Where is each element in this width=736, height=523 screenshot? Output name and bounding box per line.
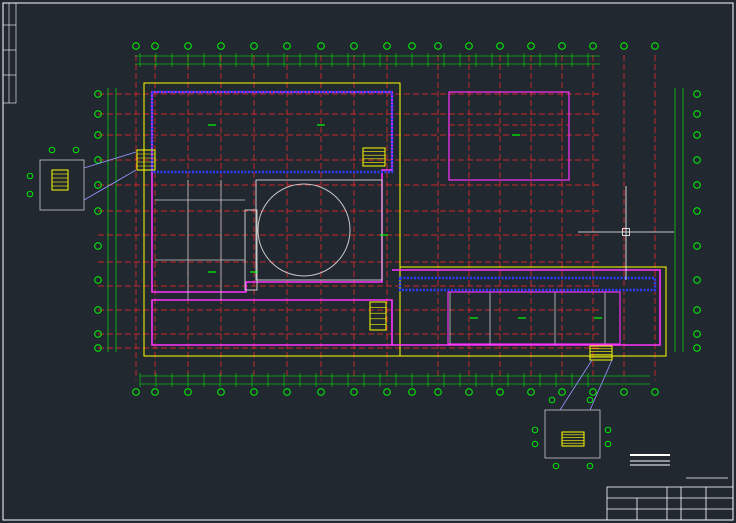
grid-bubble-right (693, 242, 701, 250)
grid-bubble-detail (604, 426, 612, 434)
grid-bubble-bottom (527, 388, 535, 396)
stair (362, 147, 386, 167)
walls (143, 82, 667, 357)
stair (369, 301, 387, 331)
grid-bubble-detail (48, 146, 56, 154)
grid-bubble-top (434, 42, 442, 50)
grid-bubble-right (693, 306, 701, 314)
grid-bubble-bottom (651, 388, 659, 396)
grid-bubble-right (693, 181, 701, 189)
grid-bubble-top (589, 42, 597, 50)
leader-line (589, 359, 613, 411)
stair (51, 169, 69, 191)
grid-bubble-top (184, 42, 192, 50)
crosshair-icon (578, 186, 674, 280)
title-block (606, 486, 734, 521)
courtyard-circle (257, 183, 351, 277)
grid-bubble-left (94, 242, 102, 250)
building-outline (399, 266, 667, 357)
grid-bubble-detail (531, 426, 539, 434)
grid-bubble-right (693, 344, 701, 352)
grid-bubble-detail (552, 462, 560, 470)
grid-bubble-bottom (496, 388, 504, 396)
detail-box (544, 409, 601, 459)
grid-bubble-bottom (558, 388, 566, 396)
drawing-frame (2, 2, 734, 521)
binding-strip (2, 2, 17, 104)
grid-bubble-top (465, 42, 473, 50)
grid-bubble-bottom (620, 388, 628, 396)
grid-bubble-top (558, 42, 566, 50)
grid-bubble-detail (72, 146, 80, 154)
grid-bubble-detail (604, 440, 612, 448)
grid-bubble-top (250, 42, 258, 50)
grid-bubbles (26, 42, 701, 470)
grid-bubble-right (693, 207, 701, 215)
grid-bubble-detail (548, 396, 556, 404)
grid-bubble-right (693, 330, 701, 338)
corridor-wall (244, 209, 258, 291)
grid-bubble-top (496, 42, 504, 50)
grid-bubble-right (693, 156, 701, 164)
leader-line (559, 359, 593, 411)
grid-bubble-detail (26, 172, 34, 180)
grid-bubble-right (693, 131, 701, 139)
grid-bubble-top (132, 42, 140, 50)
grid-bubble-top (408, 42, 416, 50)
grid-bubble-top (651, 42, 659, 50)
grid-bubble-detail (26, 190, 34, 198)
grid-bubble-top (283, 42, 291, 50)
grid-bubble-detail (586, 396, 594, 404)
grid-bubble-bottom (151, 388, 159, 396)
grid-bubble-detail (586, 462, 594, 470)
grid-bubble-left (94, 276, 102, 284)
outer-wall (448, 91, 570, 181)
grid-bubble-detail (531, 440, 539, 448)
grid-bubble-top (620, 42, 628, 50)
grid-bubble-top (350, 42, 358, 50)
axis-lines (98, 55, 656, 380)
grid-bubble-right (693, 90, 701, 98)
grid-bubble-bottom (434, 388, 442, 396)
grid-bubble-bottom (589, 388, 597, 396)
grid-bubble-bottom (465, 388, 473, 396)
grid-bubble-top (527, 42, 535, 50)
grid-bubble-bottom (132, 388, 140, 396)
grid-bubble-right (693, 276, 701, 284)
grid-bubble-right (693, 110, 701, 118)
grid-bubble-bottom (283, 388, 291, 396)
stair (561, 431, 585, 447)
grid-bubble-bottom (184, 388, 192, 396)
scale-bar (630, 454, 728, 479)
grid-bubble-bottom (250, 388, 258, 396)
detail-box (39, 159, 85, 211)
grid-bubble-bottom (408, 388, 416, 396)
building-outline (143, 82, 401, 357)
grid-bubble-bottom (383, 388, 391, 396)
grid-bubble-bottom (350, 388, 358, 396)
grid-bubble-top (217, 42, 225, 50)
grid-bubble-top (317, 42, 325, 50)
dimension-lines (107, 53, 684, 387)
cad-floor-plan[interactable] (0, 0, 736, 523)
grid-bubble-top (151, 42, 159, 50)
grid-bubble-top (383, 42, 391, 50)
grid-bubble-bottom (217, 388, 225, 396)
grid-bubble-bottom (317, 388, 325, 396)
